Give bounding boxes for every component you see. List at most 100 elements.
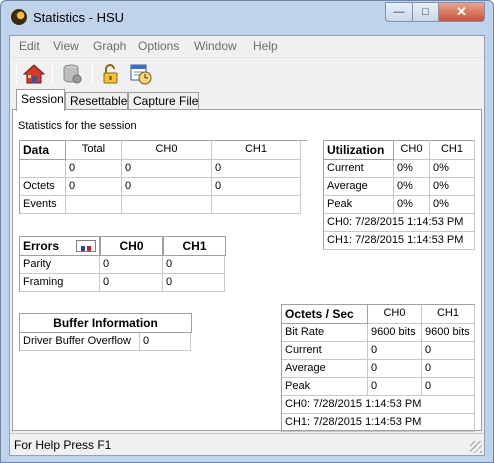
utilization-row-label: Average [324,178,394,196]
octets-row-label: Peak [282,378,368,396]
client-area: Edit View Graph Options Window Help Sess… [9,35,485,456]
tab-resettable[interactable]: Resettable [65,92,128,110]
window-title: Statistics - HSU [33,10,125,25]
menu-help[interactable]: Help [253,39,278,53]
status-bar: For Help Press F1 [10,433,484,455]
octets-row-label: Bit Rate [282,324,368,342]
toolbar [10,57,484,89]
utilization-col-ch1: CH1 [430,140,475,160]
octets-cell: 0 [422,360,475,378]
utilization-title: Utilization [323,140,394,160]
utilization-cell: 0% [394,178,430,196]
utilization-row-label: Current [324,160,394,178]
errors-cell: 0 [163,256,225,274]
data-cell: 0 [66,160,122,178]
menu-options[interactable]: Options [138,39,179,53]
octets-col-ch0: CH0 [368,304,422,324]
utilization-timestamp-ch1: CH1: 7/28/2015 1:14:53 PM [324,232,475,250]
status-text: For Help Press F1 [14,438,112,452]
errors-cell: 0 [163,274,225,292]
menu-window[interactable]: Window [194,39,237,53]
octets-col-ch1: CH1 [422,304,475,324]
octets-cell: 9600 bits [368,324,422,342]
buffer-overflow-value: 0 [140,333,191,351]
data-row-label: Octets [20,178,66,196]
menu-bar: Edit View Graph Options Window Help [10,36,484,56]
data-cell: 0 [122,178,212,196]
octets-row-label: Average [282,360,368,378]
data-cell [66,196,122,214]
legend-icon[interactable] [76,240,96,252]
data-row-label: Events [20,196,66,214]
octets-cell: 0 [422,378,475,396]
toolbar-separator [92,63,93,85]
utilization-cell: 0% [430,178,475,196]
octets-cell: 0 [368,378,422,396]
close-button[interactable]: ✕ [439,2,485,22]
unlock-icon [103,64,118,84]
calendar-clock-icon [130,64,152,85]
session-heading: Statistics for the session [18,120,137,132]
toolbar-separator [52,63,53,85]
errors-table-title: Errors [19,236,100,256]
utilization-timestamp-ch0: CH0: 7/28/2015 1:14:53 PM [324,214,475,232]
maximize-button[interactable]: □ [413,2,439,22]
data-table: Data Total CH0 CH1 0 0 0 Octets 0 0 0 Ev… [19,140,307,214]
title-bar[interactable]: Statistics - HSU — □ ✕ [1,1,493,35]
errors-title: Errors [23,239,60,253]
statistics-window: Statistics - HSU — □ ✕ Edit View Graph O… [0,0,494,463]
buffer-overflow-label: Driver Buffer Overflow [20,333,140,351]
utilization-col-ch0: CH0 [394,140,430,160]
octets-cell: 0 [368,360,422,378]
menu-graph[interactable]: Graph [93,39,126,53]
toolbar-separator [16,63,17,85]
unlock-button[interactable] [98,61,124,87]
octets-timestamp-ch0: CH0: 7/28/2015 1:14:53 PM [282,396,475,414]
menu-edit[interactable]: Edit [19,39,40,53]
octets-timestamp-ch1: CH1: 7/28/2015 1:14:53 PM [282,414,475,432]
bar-legend-icon [81,246,91,251]
utilization-cell: 0% [430,196,475,214]
utilization-cell: 0% [394,196,430,214]
utilization-row-label: Peak [324,196,394,214]
data-cell [122,196,212,214]
buffer-info-title: Buffer Information [19,313,192,333]
calendar-clock-button[interactable] [128,61,154,87]
errors-table: Errors CH0 CH1 Parity 0 0 Framing 0 0 [19,236,226,292]
data-cell: 0 [212,178,301,196]
errors-col-ch1: CH1 [163,236,226,256]
database-button[interactable] [59,61,85,87]
data-cell [212,196,301,214]
home-icon [23,64,45,84]
octets-cell: 9600 bits [422,324,475,342]
octets-cell: 0 [422,342,475,360]
data-col-ch0: CH0 [122,140,212,160]
errors-row-label: Parity [20,256,100,274]
tab-capture-file[interactable]: Capture File [128,92,199,110]
data-col-ch1: CH1 [212,140,301,160]
utilization-cell: 0% [430,160,475,178]
utilization-table: Utilization CH0 CH1 Current 0% 0% Averag… [323,140,475,250]
buffer-info: Buffer Information Driver Buffer Overflo… [19,313,192,351]
data-cell: 0 [212,160,301,178]
data-table-title: Data [19,140,66,160]
database-icon [63,64,82,84]
data-cell: 0 [66,178,122,196]
errors-cell: 0 [100,256,163,274]
errors-row-label: Framing [20,274,100,292]
errors-cell: 0 [100,274,163,292]
utilization-cell: 0% [394,160,430,178]
home-button[interactable] [21,61,47,87]
resize-grip[interactable] [470,441,482,453]
app-icon[interactable] [11,9,27,25]
data-cell: 0 [122,160,212,178]
octets-sec-title: Octets / Sec [281,304,368,324]
octets-cell: 0 [368,342,422,360]
data-col-total: Total [66,140,122,160]
octets-sec-table: Octets / Sec CH0 CH1 Bit Rate 9600 bits … [281,304,475,432]
tab-session[interactable]: Session [16,89,65,111]
data-row-label [20,160,66,178]
octets-row-label: Current [282,342,368,360]
menu-view[interactable]: View [53,39,79,53]
minimize-button[interactable]: — [385,2,413,22]
